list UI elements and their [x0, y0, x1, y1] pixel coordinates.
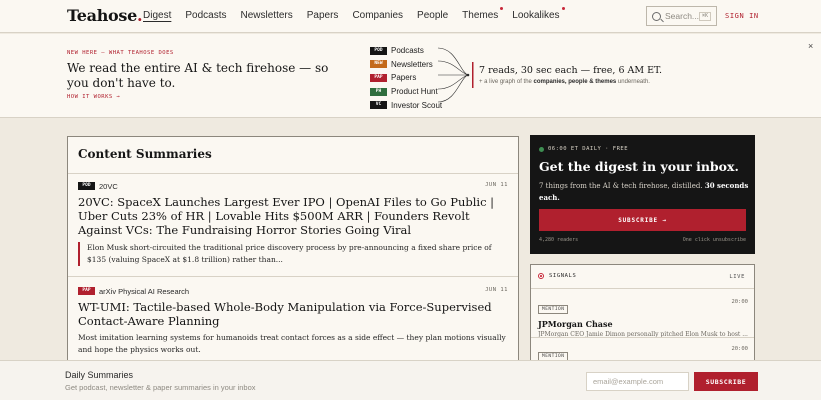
source-list: POD Podcasts NEW Newsletters PAP Papers …: [370, 44, 442, 112]
source-item-podcasts: POD Podcasts: [370, 44, 442, 58]
item-title[interactable]: 20VC: SpaceX Launches Largest Ever IPO |…: [78, 195, 508, 237]
source-label: Investor Scout: [391, 100, 443, 110]
source-label: Newsletters: [391, 59, 433, 69]
nav-link-podcasts[interactable]: Podcasts: [185, 10, 226, 21]
search-icon: [652, 11, 661, 21]
funnel-lines-graphic: [438, 47, 474, 103]
source-badge: NEW: [370, 60, 387, 69]
item-meta: POD 20VC JUN 11: [78, 180, 508, 192]
new-indicator-dot: [561, 7, 565, 10]
logo[interactable]: Teahose.: [67, 6, 143, 25]
banner-subline: + a live graph of the companies, people …: [479, 79, 650, 85]
item-excerpt: Most imitation learning systems for huma…: [78, 333, 506, 354]
item-title[interactable]: WT-UMI: Tactile-based Whole-Body Manipul…: [78, 300, 508, 328]
reader-count: 4,280 readers: [539, 237, 579, 243]
sign-in-link[interactable]: SIGN IN: [725, 12, 759, 20]
search-box[interactable]: Search... ⌘K: [646, 6, 717, 26]
signal-time: 20:00: [731, 299, 748, 305]
footer-subtitle: Get podcast, newsletter & paper summarie…: [65, 383, 256, 392]
footer-title: Daily Summaries: [65, 370, 134, 380]
source-item-papers: PAP Papers: [370, 71, 442, 85]
nav-link-companies[interactable]: Companies: [352, 10, 403, 21]
newsletter-footer-bar: Daily Summaries Get podcast, newsletter …: [0, 360, 821, 400]
signal-title[interactable]: JPMorgan Chase: [538, 319, 748, 329]
nav-link-papers[interactable]: Papers: [307, 10, 339, 21]
top-nav: Teahose. Digest Podcasts Newsletters Pap…: [0, 0, 821, 33]
source-item-investor-scout: VC Investor Scout: [370, 98, 442, 112]
divider: [68, 276, 518, 277]
source-label: Product Hunt: [391, 87, 438, 97]
close-icon[interactable]: ×: [808, 41, 813, 51]
source-item-product-hunt: PH Product Hunt: [370, 85, 442, 99]
signal-time: 20:00: [731, 346, 748, 352]
nav-link-themes[interactable]: Themes: [462, 7, 504, 21]
source-label: Podcasts: [391, 46, 424, 56]
digest-title: Get the digest in your inbox.: [539, 159, 739, 174]
nav-link-digest[interactable]: Digest: [143, 10, 171, 21]
digest-signup-card: 06:00 ET DAILY · FREE Get the digest in …: [530, 135, 755, 254]
source-badge: PAP: [370, 73, 387, 82]
new-indicator-dot: [500, 7, 504, 10]
nav-links: Digest Podcasts Newsletters Papers Compa…: [143, 7, 574, 21]
item-quote: Elon Musk short-circuited the traditiona…: [78, 242, 508, 266]
live-indicator: LIVE: [729, 274, 745, 280]
source-badge: PH: [370, 87, 387, 96]
digest-subscribe-button[interactable]: SUBSCRIBE →: [539, 209, 746, 231]
banner-kicker: NEW HERE — WHAT TEAHOSE DOES: [67, 50, 174, 56]
source-badge: VC: [370, 101, 387, 110]
footer-subscribe-button[interactable]: SUBSCRIBE: [694, 372, 758, 391]
source-badge: POD: [78, 182, 95, 190]
source-badge: PAP: [78, 287, 95, 295]
item-date: JUN 11: [485, 287, 508, 293]
keyboard-shortcut-hint: ⌘K: [698, 12, 711, 21]
search-placeholder: Search...: [665, 11, 700, 21]
section-title: Content Summaries: [78, 147, 212, 161]
item-date: JUN 11: [485, 182, 508, 188]
item-source[interactable]: arXiv Physical AI Research: [99, 287, 189, 296]
signal-radar-icon: [538, 273, 544, 279]
digest-description: 7 things from the AI & tech firehose, di…: [539, 181, 749, 202]
summary-item[interactable]: POD 20VC JUN 11 20VC: SpaceX Launches La…: [78, 180, 508, 266]
banner-tagline: 7 reads, 30 sec each — free, 6 AM ET.: [479, 65, 663, 76]
divider: [68, 173, 518, 174]
divider: [531, 337, 754, 338]
source-item-newsletters: NEW Newsletters: [370, 58, 442, 72]
nav-link-people[interactable]: People: [417, 10, 448, 21]
signal-tag: MENTION: [538, 305, 569, 314]
divider: [531, 288, 754, 289]
banner-headline: We read the entire AI & tech firehose — …: [67, 61, 329, 90]
item-source[interactable]: 20VC: [99, 182, 118, 191]
source-label: Papers: [391, 73, 417, 83]
email-field[interactable]: email@example.com: [586, 372, 689, 391]
source-badge: POD: [370, 46, 387, 55]
nav-link-lookalikes[interactable]: Lookalikes: [512, 7, 565, 21]
summary-item[interactable]: PAP arXiv Physical AI Research JUN 11 WT…: [78, 285, 508, 356]
signal-item[interactable]: MENTION 20:00 JPMorgan Chase JPMorgan CE…: [538, 297, 748, 338]
intro-banner: NEW HERE — WHAT TEAHOSE DOES We read the…: [0, 34, 821, 118]
signals-panel: SIGNALS LIVE MENTION 20:00 JPMorgan Chas…: [530, 264, 755, 374]
digest-kicker: 06:00 ET DAILY · FREE: [539, 146, 628, 152]
signals-header: SIGNALS: [538, 273, 576, 279]
unsubscribe-note: One click unsubscribe: [682, 237, 746, 243]
status-dot: [539, 146, 544, 152]
item-meta: PAP arXiv Physical AI Research JUN 11: [78, 285, 508, 297]
content-summaries-panel: Content Summaries POD 20VC JUN 11 20VC: …: [67, 136, 519, 366]
nav-link-newsletters[interactable]: Newsletters: [241, 10, 293, 21]
how-it-works-link[interactable]: HOW IT WORKS →: [67, 94, 120, 100]
